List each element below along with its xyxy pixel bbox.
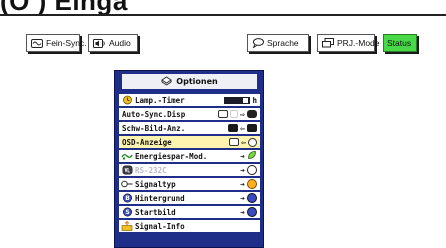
osd-on-icon	[229, 138, 240, 146]
background-value-icon	[247, 193, 257, 203]
speaker-icon	[93, 38, 106, 48]
menu-item-osd-anzeige[interactable]: OSD-Anzeige ⇦	[119, 136, 260, 148]
folder-icon	[121, 221, 133, 231]
menu-item-startbild[interactable]: S Startbild ➔	[119, 206, 260, 218]
menu-item-label: Schw-Bild-Anz.	[122, 123, 186, 133]
auto-sync-options: ⇨	[218, 110, 257, 119]
options-icon	[161, 75, 173, 88]
menu-item-energiespar-mod[interactable]: Energiespar-Mod. ➔	[119, 150, 260, 162]
audio-button[interactable]: Audio	[88, 34, 138, 52]
fein-sync-button[interactable]: Fein-Sync.	[26, 34, 87, 52]
status-label: Status	[387, 38, 412, 48]
page-header: (Ö ) Einga	[0, 0, 446, 16]
lamp-timer-bar	[224, 96, 251, 104]
osd-options: ⇦	[229, 137, 257, 147]
lamp-timer-value: h	[224, 96, 257, 105]
svg-text:S: S	[125, 209, 129, 216]
startbild-options: ➔	[240, 207, 257, 217]
arrow-icon: ⇨	[240, 109, 245, 119]
fein-sync-label: Fein-Sync.	[46, 38, 87, 48]
arrow-icon: ⇦	[240, 123, 245, 133]
projector-icon	[322, 38, 334, 48]
menu-item-signal-info[interactable]: Signal-Info	[119, 220, 260, 232]
black-screen-icon	[228, 124, 239, 132]
menu-item-signaltyp[interactable]: Signaltyp ➔	[119, 178, 260, 190]
menu-title: Optionen	[176, 77, 218, 86]
option-off-icon	[218, 110, 229, 118]
options-menu-window: Optionen Lamp.-Timer h Auto-Sync.Disp ⇨ …	[114, 70, 264, 248]
rs232c-options: ➔	[240, 165, 257, 175]
arrow-icon: ➔	[240, 193, 245, 203]
menu-item-label: Signal-Info	[135, 221, 185, 231]
speech-bubble-icon	[252, 38, 264, 48]
sprache-label: Sprache	[267, 38, 299, 48]
plug-icon	[121, 151, 133, 161]
energiespar-options: ➔	[240, 150, 257, 162]
menu-item-label: OSD-Anzeige	[122, 137, 172, 147]
option-dim-icon	[230, 110, 239, 118]
arrow-icon: ➔	[240, 179, 245, 189]
black-screen-icon	[247, 124, 257, 132]
arrow-icon: ➔	[240, 207, 245, 217]
menu-item-label: Startbild	[135, 207, 176, 217]
menu-item-label: RS-232C	[135, 165, 167, 175]
osd-off-icon	[248, 137, 257, 147]
prj-mode-button[interactable]: PRJ.-Mode	[317, 34, 380, 52]
menu-item-label: Energiespar-Mod.	[135, 151, 208, 161]
menu-item-rs232c[interactable]: RS-232C ➔	[119, 164, 260, 176]
lamp-timer-unit: h	[252, 95, 257, 105]
lamp-icon	[121, 95, 133, 105]
startup-value-icon	[247, 207, 257, 217]
menu-item-label: Lamp.-Timer	[135, 95, 185, 105]
menu-item-lamp-timer[interactable]: Lamp.-Timer h	[119, 94, 260, 106]
fine-sync-icon	[31, 38, 43, 48]
signal-type-icon	[121, 179, 133, 189]
prj-mode-label: PRJ.-Mode	[337, 38, 380, 48]
arrow-icon: ⇦	[241, 137, 246, 147]
header-rule	[0, 14, 446, 16]
auto-sync-icon	[247, 110, 257, 118]
arrow-icon: ➔	[240, 151, 245, 161]
signaltyp-options: ➔	[240, 179, 257, 189]
menu-item-hintergrund[interactable]: B Hintergrund ➔	[119, 192, 260, 204]
leaf-icon	[247, 150, 257, 162]
menu-item-schw-bild-anz[interactable]: Schw-Bild-Anz. ⇦	[119, 122, 260, 134]
background-b-icon: B	[121, 193, 133, 203]
rs232c-value-icon	[247, 165, 257, 175]
startup-s-icon: S	[121, 207, 133, 217]
menu-title-bar: Optionen	[122, 74, 257, 89]
status-button[interactable]: Status	[383, 34, 417, 52]
rs232c-icon	[121, 165, 133, 175]
svg-text:B: B	[125, 195, 130, 202]
audio-label: Audio	[109, 38, 131, 48]
arrow-icon: ➔	[240, 165, 245, 175]
sprache-button[interactable]: Sprache	[247, 34, 309, 52]
signal-value-icon	[247, 179, 257, 189]
schw-bild-options: ⇦	[228, 124, 257, 133]
menu-item-label: Signaltyp	[135, 179, 176, 189]
menu-item-label: Hintergrund	[135, 193, 185, 203]
hintergrund-options: ➔	[240, 193, 257, 203]
menu-item-label: Auto-Sync.Disp	[122, 109, 186, 119]
menu-item-auto-sync-disp[interactable]: Auto-Sync.Disp ⇨	[119, 108, 260, 120]
